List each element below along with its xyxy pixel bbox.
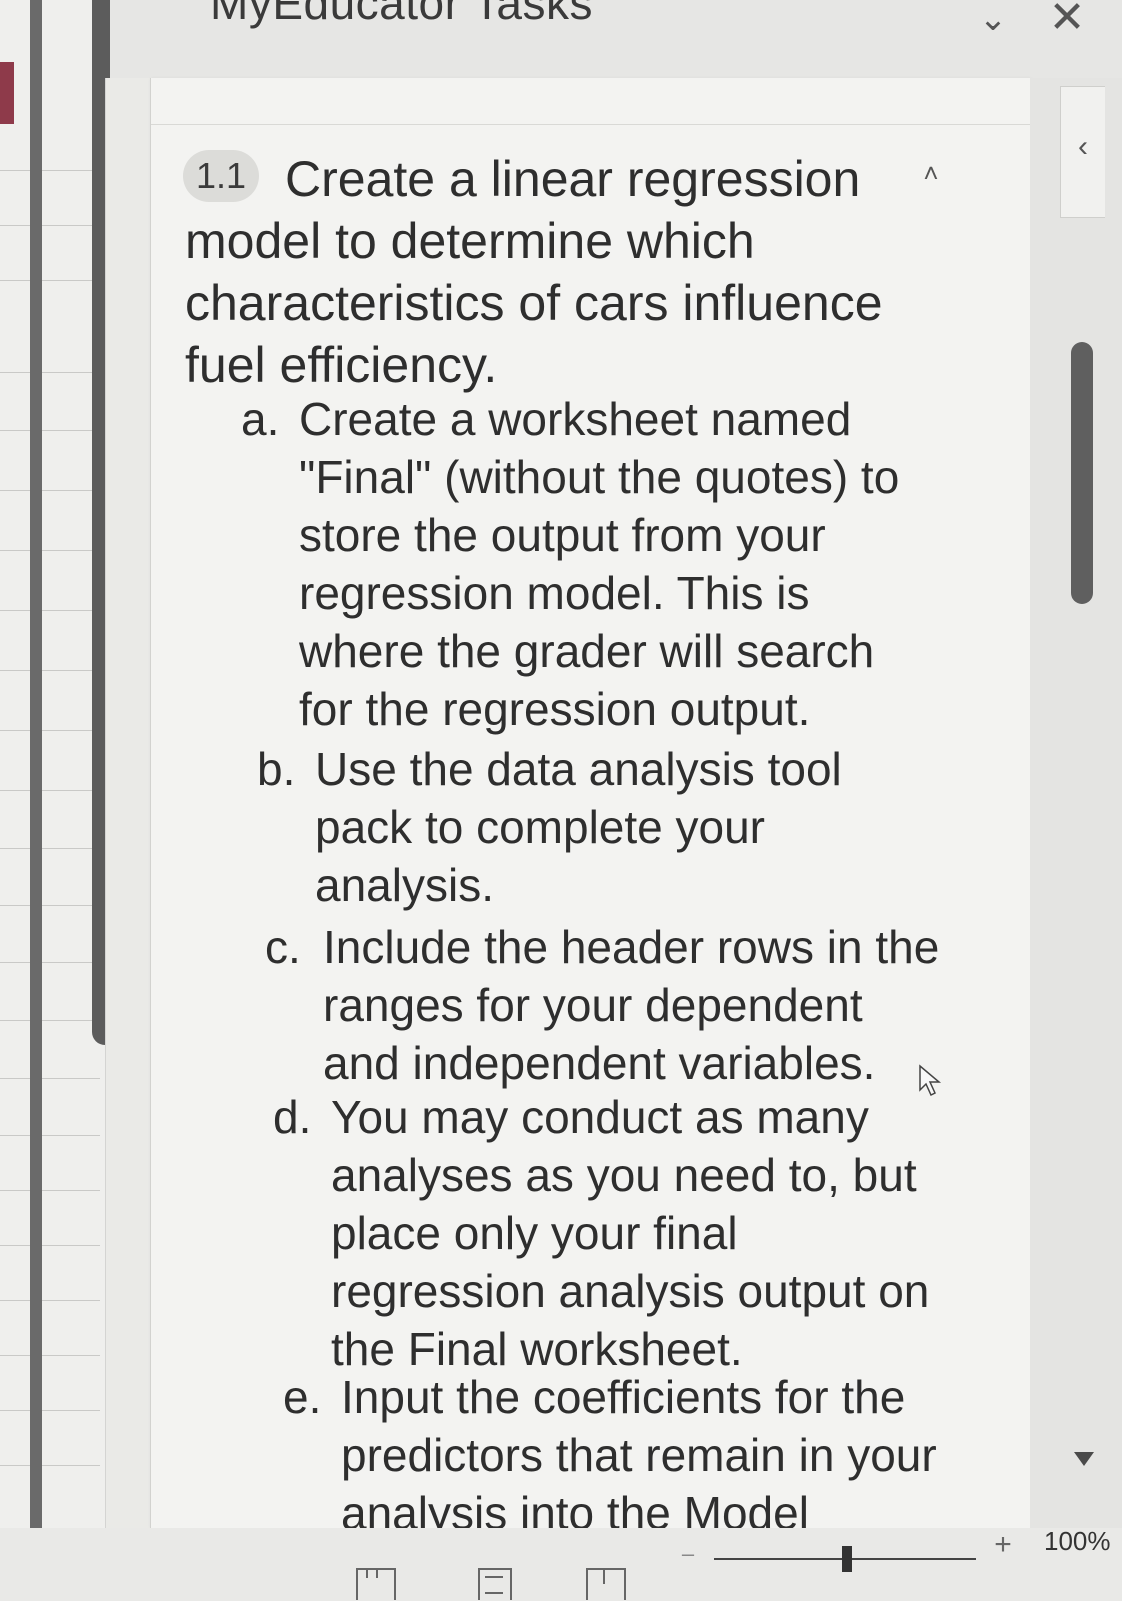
grid-line — [0, 962, 100, 963]
subtask-line: place only your final — [331, 1207, 738, 1259]
subtask-line: predictors that remain in your — [341, 1429, 937, 1481]
subtask-marker: e. — [283, 1371, 322, 1423]
grid-line — [0, 790, 100, 791]
close-icon[interactable]: ✕ — [1042, 0, 1092, 44]
subtask-line: regression model. This is — [299, 567, 810, 619]
grid-line — [0, 610, 100, 611]
task-pane-header: MyEducator Tasks ⌄ ✕ — [110, 0, 1122, 78]
subtask-line: Input the coefficients for the — [341, 1371, 906, 1423]
subtask-line: for the regression output. — [299, 683, 811, 735]
chevron-left-icon[interactable]: ‹ — [1060, 86, 1105, 218]
grid-line — [0, 1135, 100, 1136]
zoom-slider-thumb[interactable] — [842, 1546, 852, 1572]
grid-line — [0, 490, 100, 491]
subtask-b: b. Use the data analysis tool pack to co… — [257, 740, 1015, 914]
subtask-marker: d. — [273, 1091, 312, 1143]
grid-line — [0, 848, 100, 849]
task-number-badge: 1.1 — [183, 150, 259, 202]
page-layout-view-button[interactable] — [478, 1568, 512, 1600]
zoom-out-button[interactable]: – — [676, 1542, 700, 1566]
grid-line — [0, 1300, 100, 1301]
status-bar: – + 100% — [0, 1526, 1122, 1601]
grid-line — [0, 1245, 100, 1246]
chevron-up-icon[interactable]: ˄ — [913, 158, 949, 188]
scrollbar-thumb[interactable] — [1071, 342, 1093, 604]
grid-line — [0, 170, 100, 171]
grid-line — [0, 372, 100, 373]
grid-line — [0, 1078, 100, 1079]
grid-line — [0, 1410, 100, 1411]
normal-view-button[interactable] — [356, 1568, 396, 1600]
grid-line — [0, 670, 100, 671]
subtask-line: ranges for your dependent — [323, 979, 863, 1031]
window-divider — [30, 0, 42, 1601]
sheet-accent-tab — [0, 62, 14, 124]
grid-line — [0, 280, 100, 281]
grid-line — [0, 550, 100, 551]
grid-line — [0, 225, 100, 226]
task-title: Create a linear regression model to dete… — [185, 151, 883, 393]
grid-line — [0, 430, 100, 431]
mouse-cursor-icon — [919, 1064, 942, 1097]
scroll-down-icon[interactable] — [1074, 1452, 1094, 1466]
subtask-line: where the grader will search — [299, 625, 875, 677]
page-break-preview-button[interactable] — [586, 1568, 626, 1600]
subtask-marker: c. — [265, 921, 301, 973]
zoom-level[interactable]: 100% — [1044, 1526, 1122, 1556]
task-pane-scrollbar — [1030, 78, 1122, 1601]
grid-line — [0, 1355, 100, 1356]
subtask-line: analysis. — [315, 859, 494, 911]
subtask-a: a. Create a worksheet named "Final" (wit… — [241, 390, 999, 738]
subtask-line: pack to complete your — [315, 801, 766, 853]
zoom-in-button[interactable]: + — [990, 1530, 1016, 1560]
subtask-line: Create a worksheet named — [299, 393, 852, 445]
subtask-marker: a. — [241, 393, 280, 445]
grid-line — [0, 1020, 100, 1021]
chevron-down-icon[interactable]: ⌄ — [968, 2, 1018, 44]
excel-window: MyEducator Tasks ⌄ ✕ Create a linear reg… — [0, 0, 1122, 1601]
subtask-line: analyses as you need to, but — [331, 1149, 917, 1201]
grid-line — [0, 905, 100, 906]
grid-line — [0, 730, 100, 731]
subtask-line: Include the header rows in the — [323, 921, 940, 973]
subtask-line: regression analysis output on — [331, 1265, 930, 1317]
subtask-e: e. Input the coefficients for the predic… — [283, 1368, 1041, 1542]
subtask-marker: b. — [257, 743, 296, 795]
task-pane-title: MyEducator Tasks — [210, 0, 593, 29]
card-divider — [151, 124, 1031, 125]
task-card: Create a linear regression model to dete… — [150, 78, 1032, 1539]
grid-line — [0, 1465, 100, 1466]
subtask-d: d. You may conduct as many analyses as y… — [273, 1088, 1031, 1378]
grid-line — [0, 1190, 100, 1191]
subtask-line: Use the data analysis tool — [315, 743, 842, 795]
subtask-line: "Final" (without the quotes) to — [299, 451, 900, 503]
subtask-line: store the output from your — [299, 509, 826, 561]
